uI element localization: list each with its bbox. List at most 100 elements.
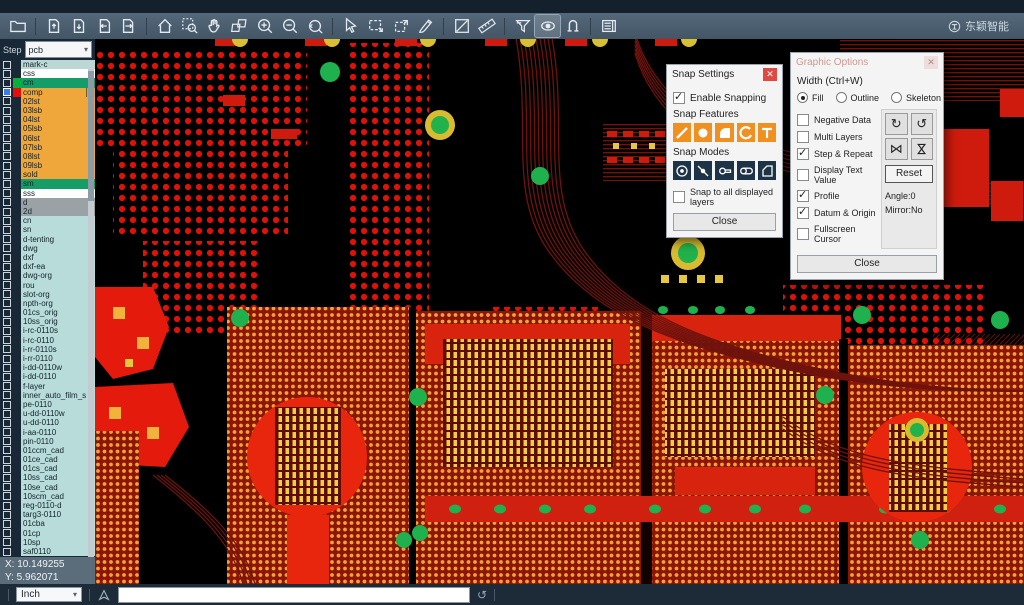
layer-row[interactable]: 01cs_orig xyxy=(0,308,95,317)
layer-visibility-checkbox[interactable] xyxy=(0,179,13,188)
layer-visibility-checkbox[interactable] xyxy=(0,97,13,106)
layer-visibility-checkbox[interactable] xyxy=(0,299,13,308)
layer-row[interactable]: u-dd-0110 xyxy=(0,418,95,427)
layer-visibility-checkbox[interactable] xyxy=(0,244,13,253)
snap-corner-icon[interactable] xyxy=(758,161,776,180)
select-button[interactable] xyxy=(338,15,363,37)
layer-row[interactable]: i-dd-0110 xyxy=(0,372,95,381)
layer-row[interactable]: d xyxy=(0,198,95,207)
layer-row[interactable]: targ3-0110 xyxy=(0,510,95,519)
measure-button[interactable] xyxy=(474,15,499,37)
layer-row[interactable]: i-rc-0110s xyxy=(0,326,95,335)
close-icon[interactable]: ✕ xyxy=(924,56,938,69)
brush-button[interactable] xyxy=(413,15,438,37)
layer-row[interactable]: css xyxy=(0,69,95,78)
layer-row[interactable]: cn xyxy=(0,216,95,225)
layer-visibility-checkbox[interactable] xyxy=(0,428,13,437)
layer-row[interactable]: cm xyxy=(0,78,95,87)
layer-visibility-checkbox[interactable] xyxy=(0,501,13,510)
layer-row[interactable]: 05lsb xyxy=(0,124,95,133)
snap-slot-icon[interactable] xyxy=(737,161,755,180)
layer-visibility-checkbox[interactable] xyxy=(0,143,13,152)
layer-visibility-checkbox[interactable] xyxy=(0,418,13,427)
snap-key-icon[interactable] xyxy=(715,161,733,180)
layer-list-scrollbar[interactable] xyxy=(88,69,94,557)
layer-visibility-checkbox[interactable] xyxy=(0,519,13,528)
snap-center-icon[interactable] xyxy=(673,161,691,180)
layer-row[interactable]: mark-c xyxy=(0,60,95,69)
filter-button[interactable] xyxy=(510,15,535,37)
layer-row[interactable]: sold xyxy=(0,170,95,179)
zoom-window-button[interactable] xyxy=(177,15,202,37)
zoom-in-button[interactable] xyxy=(252,15,277,37)
snap-all-layers-checkbox[interactable]: Snap to all displayed layers xyxy=(673,187,776,207)
layer-visibility-checkbox[interactable] xyxy=(0,134,13,143)
layer-visibility-checkbox[interactable] xyxy=(0,115,13,124)
layer-row[interactable]: rou xyxy=(0,281,95,290)
layer-visibility-checkbox[interactable] xyxy=(0,124,13,133)
layer-row[interactable]: i-rr-0110s xyxy=(0,345,95,354)
layer-visibility-checkbox[interactable] xyxy=(0,382,13,391)
layer-visibility-checkbox[interactable] xyxy=(0,363,13,372)
layer-visibility-checkbox[interactable] xyxy=(0,60,13,69)
layer-visibility-checkbox[interactable] xyxy=(0,446,13,455)
layer-visibility-checkbox[interactable] xyxy=(0,198,13,207)
reset-button[interactable]: Reset xyxy=(885,165,933,183)
layer-row[interactable]: dwg xyxy=(0,244,95,253)
layer-visibility-checkbox[interactable] xyxy=(0,473,13,482)
refresh-icon[interactable]: ↺ xyxy=(477,589,487,601)
width-mode-radio[interactable]: Skeleton xyxy=(891,92,941,103)
layer-visibility-checkbox[interactable] xyxy=(0,78,13,87)
close-icon[interactable]: ✕ xyxy=(763,68,777,81)
layer-row[interactable]: 01ccm_cad xyxy=(0,446,95,455)
layer-visibility-checkbox[interactable] xyxy=(0,253,13,262)
snap-point-icon[interactable] xyxy=(694,161,712,180)
width-mode-radio[interactable]: Outline xyxy=(836,92,880,103)
layer-row[interactable]: 10ss_cad xyxy=(0,473,95,482)
open-file-button[interactable] xyxy=(5,15,30,37)
layer-visibility-checkbox[interactable] xyxy=(0,262,13,271)
layer-row[interactable]: comp xyxy=(0,88,95,97)
layer-row[interactable]: reg-0110-d xyxy=(0,501,95,510)
properties-panel-button[interactable] xyxy=(596,15,621,37)
layer-visibility-checkbox[interactable] xyxy=(0,290,13,299)
layer-row[interactable]: pin-0110 xyxy=(0,437,95,446)
enable-snapping-checkbox[interactable]: Enable Snapping xyxy=(673,92,776,104)
layer-row[interactable]: 01cs_cad xyxy=(0,464,95,473)
layer-visibility-checkbox[interactable] xyxy=(0,354,13,363)
scrollbar-thumb[interactable] xyxy=(88,71,94,201)
layer-row[interactable]: 10ss_orig xyxy=(0,317,95,326)
layer-visibility-checkbox[interactable] xyxy=(0,437,13,446)
layer-visibility-checkbox[interactable] xyxy=(0,235,13,244)
pan-button[interactable] xyxy=(202,15,227,37)
layer-visibility-checkbox[interactable] xyxy=(0,547,13,556)
layer-visibility-checkbox[interactable] xyxy=(0,170,13,179)
layer-visibility-checkbox[interactable] xyxy=(0,336,13,345)
layer-row[interactable]: 09lsb xyxy=(0,161,95,170)
home-view-button[interactable] xyxy=(152,15,177,37)
graphic-dialog-titlebar[interactable]: Graphic Options ✕ xyxy=(791,53,943,72)
layer-visibility-checkbox[interactable] xyxy=(0,189,13,198)
graphic-option-checkbox[interactable]: Fullscreen Cursor xyxy=(797,224,877,244)
layer-row[interactable]: sn xyxy=(0,225,95,234)
zoom-out-button[interactable] xyxy=(277,15,302,37)
mirror-horizontal-icon[interactable]: ⋈ xyxy=(885,138,908,160)
layer-visibility-checkbox[interactable] xyxy=(0,391,13,400)
layer-row[interactable]: i-rr-0110 xyxy=(0,354,95,363)
layer-visibility-checkbox[interactable] xyxy=(0,409,13,418)
layer-visibility-checkbox[interactable] xyxy=(0,483,13,492)
layer-row[interactable]: 01cba xyxy=(0,519,95,528)
layer-row[interactable]: 03lsb xyxy=(0,106,95,115)
command-input[interactable] xyxy=(118,587,470,603)
layer-row[interactable]: pe-0110 xyxy=(0,400,95,409)
mirror-vertical-icon[interactable]: ⋈ xyxy=(911,138,934,160)
layer-visibility-checkbox[interactable] xyxy=(0,529,13,538)
layer-row[interactable]: sss xyxy=(0,189,95,198)
snap-text-icon[interactable] xyxy=(758,123,776,142)
layer-row[interactable]: i-rc-0110 xyxy=(0,336,95,345)
layer-visibility-checkbox[interactable] xyxy=(0,152,13,161)
layer-visibility-checkbox[interactable] xyxy=(0,216,13,225)
layer-visibility-checkbox[interactable] xyxy=(0,225,13,234)
snap-arc-icon[interactable] xyxy=(737,123,755,142)
snap-pad-icon[interactable] xyxy=(694,123,712,142)
